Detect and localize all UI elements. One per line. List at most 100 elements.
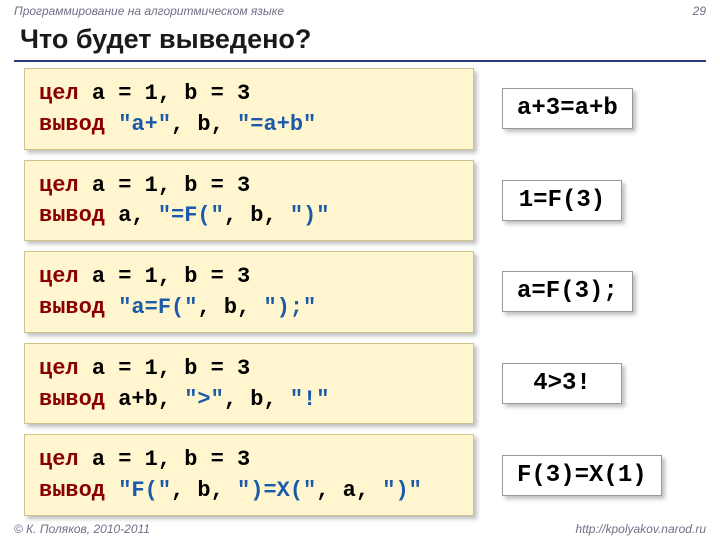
code-token: b	[171, 264, 197, 289]
code-token: ,	[237, 295, 250, 320]
code-token: 1	[145, 81, 158, 106]
code-box: цел a = 1, b = 3вывод a+b, ">", b, "!"	[24, 343, 474, 425]
output-box: a+3=a+b	[502, 88, 633, 129]
code-token: ,	[224, 387, 237, 412]
code-token: "F("	[118, 478, 171, 503]
code-token: ")=X("	[224, 478, 316, 503]
code-token: =	[197, 447, 237, 472]
code-token: =	[197, 264, 237, 289]
example-row: цел a = 1, b = 3 вывод a, "=F(", b, ")" 1=…	[24, 160, 696, 242]
code-token: ,	[263, 387, 276, 412]
code-token: a	[92, 173, 105, 198]
code-token: "=F("	[145, 203, 224, 228]
code-token: =	[197, 173, 237, 198]
code-token: 1	[145, 264, 158, 289]
code-token: b	[171, 356, 197, 381]
code-token: ,	[158, 264, 171, 289]
code-token: =	[105, 447, 145, 472]
page-title: Что будет выведено?	[20, 24, 311, 55]
code-line: цел a = 1, b = 3	[39, 445, 459, 476]
code-token: 1	[145, 173, 158, 198]
title-rule	[14, 60, 706, 62]
code-token: цел	[39, 356, 92, 381]
code-token: =	[105, 264, 145, 289]
code-token: 1	[145, 447, 158, 472]
code-line: вывод a, "=F(", b, ")"	[39, 201, 459, 232]
code-token: ,	[158, 173, 171, 198]
code-token: b	[171, 81, 197, 106]
example-row: цел a = 1, b = 3вывод "F(", b, ")=X(", a…	[24, 434, 696, 516]
code-token: a	[92, 264, 105, 289]
code-token: ,	[356, 478, 369, 503]
code-token: ,	[316, 478, 329, 503]
code-token: =	[105, 173, 145, 198]
code-token: вывод	[39, 478, 118, 503]
code-token: a	[92, 447, 105, 472]
code-line: цел a = 1, b = 3	[39, 262, 459, 293]
code-token: ,	[224, 203, 237, 228]
code-token: цел	[39, 81, 92, 106]
content-area: цел a = 1, b = 3вывод "a+", b, "=a+b"a+3…	[24, 68, 696, 526]
code-token: =	[105, 81, 145, 106]
code-token: ,	[197, 295, 210, 320]
code-token: ,	[158, 356, 171, 381]
code-box: цел a = 1, b = 3 вывод a, "=F(", b, ")"	[24, 160, 474, 242]
code-token: b	[184, 478, 210, 503]
code-token: b	[171, 447, 197, 472]
code-token: "!"	[277, 387, 330, 412]
code-token: вывод	[39, 387, 118, 412]
code-token: =	[197, 81, 237, 106]
code-token: 3	[237, 356, 250, 381]
code-token: 3	[237, 447, 250, 472]
course-name: Программирование на алгоритмическом язык…	[14, 4, 284, 18]
code-token: ,	[158, 81, 171, 106]
code-token: b	[237, 387, 263, 412]
code-line: вывод a+b, ">", b, "!"	[39, 385, 459, 416]
example-row: цел a = 1, b = 3вывод "a+", b, "=a+b" a+3…	[24, 68, 696, 150]
code-token: a+b	[118, 387, 158, 412]
code-box: цел a = 1, b = 3вывод "a=F(", b, ");"	[24, 251, 474, 333]
code-token: вывод	[39, 295, 118, 320]
code-token: b	[211, 295, 237, 320]
code-token: 3	[237, 81, 250, 106]
example-row: цел a = 1, b = 3вывод "a=F(", b, ");" a=F…	[24, 251, 696, 333]
code-token: ,	[158, 447, 171, 472]
code-token: вывод	[39, 203, 118, 228]
code-line: вывод "F(", b, ")=X(", a, ")"	[39, 476, 459, 507]
code-line: цел a = 1, b = 3	[39, 79, 459, 110]
footer-bar: © К. Поляков, 2010-2011 http://kpolyakov…	[14, 522, 706, 536]
code-token: 1	[145, 356, 158, 381]
copyright: © К. Поляков, 2010-2011	[14, 522, 150, 536]
code-token: a	[92, 356, 105, 381]
code-line: вывод "a=F(", b, ");"	[39, 293, 459, 324]
code-token: ,	[263, 203, 276, 228]
code-token: ">"	[171, 387, 224, 412]
code-token: 3	[237, 173, 250, 198]
header-bar: Программирование на алгоритмическом язык…	[14, 4, 706, 18]
code-box: цел a = 1, b = 3вывод "F(", b, ")=X(", a…	[24, 434, 474, 516]
code-token: ");"	[250, 295, 316, 320]
output-box: a=F(3);	[502, 271, 633, 312]
code-token: ,	[158, 387, 171, 412]
code-token: a	[329, 478, 355, 503]
code-token: ,	[171, 478, 184, 503]
code-token: 3	[237, 264, 250, 289]
code-token: ,	[131, 203, 144, 228]
footer-url: http://kpolyakov.narod.ru	[575, 522, 706, 536]
page-number: 29	[693, 4, 706, 18]
code-token: ,	[171, 112, 184, 137]
code-token: цел	[39, 173, 92, 198]
code-token: "=a+b"	[224, 112, 316, 137]
output-box: 1=F(3)	[502, 180, 622, 221]
code-token: ,	[211, 478, 224, 503]
code-box: цел a = 1, b = 3вывод "a+", b, "=a+b"	[24, 68, 474, 150]
code-line: цел a = 1, b = 3	[39, 354, 459, 385]
code-token: ,	[211, 112, 224, 137]
code-token: a	[118, 203, 131, 228]
output-box: 4>3!	[502, 363, 622, 404]
code-token: =	[105, 356, 145, 381]
example-row: цел a = 1, b = 3вывод a+b, ">", b, "!" 4>…	[24, 343, 696, 425]
code-token: "a=F("	[118, 295, 197, 320]
code-line: вывод "a+", b, "=a+b"	[39, 110, 459, 141]
code-token: b	[171, 173, 197, 198]
